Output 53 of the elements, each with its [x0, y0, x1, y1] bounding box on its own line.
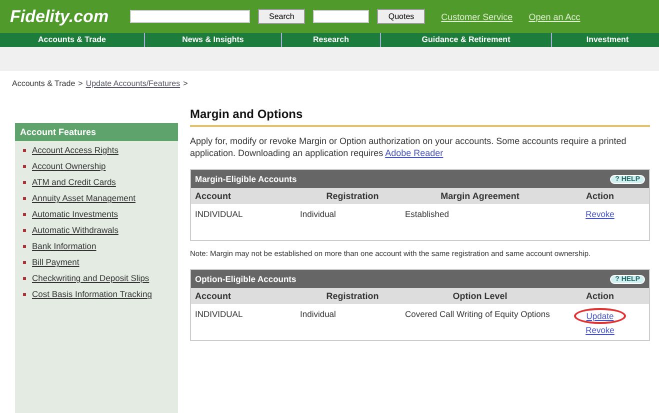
sidebar-link[interactable]: Automatic Investments	[32, 209, 118, 220]
breadcrumb-separator: >	[78, 79, 83, 90]
bullet-icon	[23, 213, 26, 216]
bullet-icon	[23, 277, 26, 280]
sidebar-link[interactable]: Account Access Rights	[32, 145, 118, 156]
table-cell-text: Individual	[300, 208, 337, 221]
bullet-icon	[23, 181, 26, 184]
column-header: Registration	[325, 191, 380, 201]
column-header: Account	[195, 191, 232, 201]
sidebar-link[interactable]: Cost Basis Information Tracking	[32, 289, 152, 300]
sidebar-link[interactable]: Automatic Withdrawals	[32, 225, 118, 236]
bullet-icon	[23, 293, 26, 296]
table-cell-text: INDIVIDUAL	[195, 308, 244, 321]
action-link[interactable]: Revoke	[586, 208, 614, 220]
column-header: Margin Agreement	[440, 191, 520, 201]
bullet-icon	[23, 197, 26, 200]
nav-tab[interactable]: Investment	[552, 33, 659, 47]
table-title: Option-Eligible Accounts	[195, 274, 296, 284]
table-cell-text: Covered Call Writing of Equity Options	[405, 308, 551, 321]
search-field[interactable]	[130, 10, 250, 23]
bullet-icon	[23, 149, 26, 152]
sidebar-link[interactable]: Bank Information	[32, 241, 96, 252]
bullet-icon	[23, 245, 26, 248]
bullet-icon	[23, 261, 26, 264]
column-header: Account	[195, 291, 232, 301]
breadcrumb-separator: >	[183, 79, 188, 90]
column-header: Registration	[325, 291, 380, 301]
sidebar-title: Account Features	[15, 123, 178, 141]
breadcrumb-text: Accounts & Trade	[12, 79, 76, 90]
sidebar-link[interactable]: Account Ownership	[32, 161, 106, 172]
search-button[interactable]: Search	[258, 9, 306, 24]
sidebar-link[interactable]: Bill Payment	[32, 257, 80, 268]
table-cell-text: INDIVIDUAL	[195, 208, 244, 221]
bullet-icon	[23, 229, 26, 232]
sidebar-link[interactable]: Checkwriting and Deposit Slips	[32, 273, 150, 284]
action-link[interactable]: Update	[574, 308, 626, 324]
column-header: Option Level	[452, 291, 508, 301]
quote-field[interactable]	[313, 10, 370, 23]
sidebar-link[interactable]: Annuity Asset Management	[32, 193, 136, 204]
site-logo[interactable]: Fidelity.com	[10, 6, 122, 26]
breadcrumb-link[interactable]: Update Accounts/Features	[86, 79, 180, 103]
intro-text: Apply for, modify or revoke Margin or Option authorization on your accounts. Some accounts require a printed application. Downloading an application requires Adobe Reader	[190, 135, 628, 159]
table-cell-text: Established	[405, 208, 450, 221]
quotes-button[interactable]: Quotes	[377, 9, 426, 24]
adobe-reader-link[interactable]: Adobe Reader	[385, 148, 444, 158]
table-cell-text: Individual	[300, 308, 337, 321]
column-header: Action	[585, 291, 615, 301]
page-title: Margin and Options	[190, 103, 650, 127]
bullet-icon	[23, 165, 26, 168]
action-link[interactable]: Revoke	[586, 324, 614, 336]
sidebar-link[interactable]: ATM and Credit Cards	[32, 177, 116, 188]
table-title: Margin-Eligible Accounts	[195, 174, 297, 184]
column-header: Action	[585, 191, 615, 201]
